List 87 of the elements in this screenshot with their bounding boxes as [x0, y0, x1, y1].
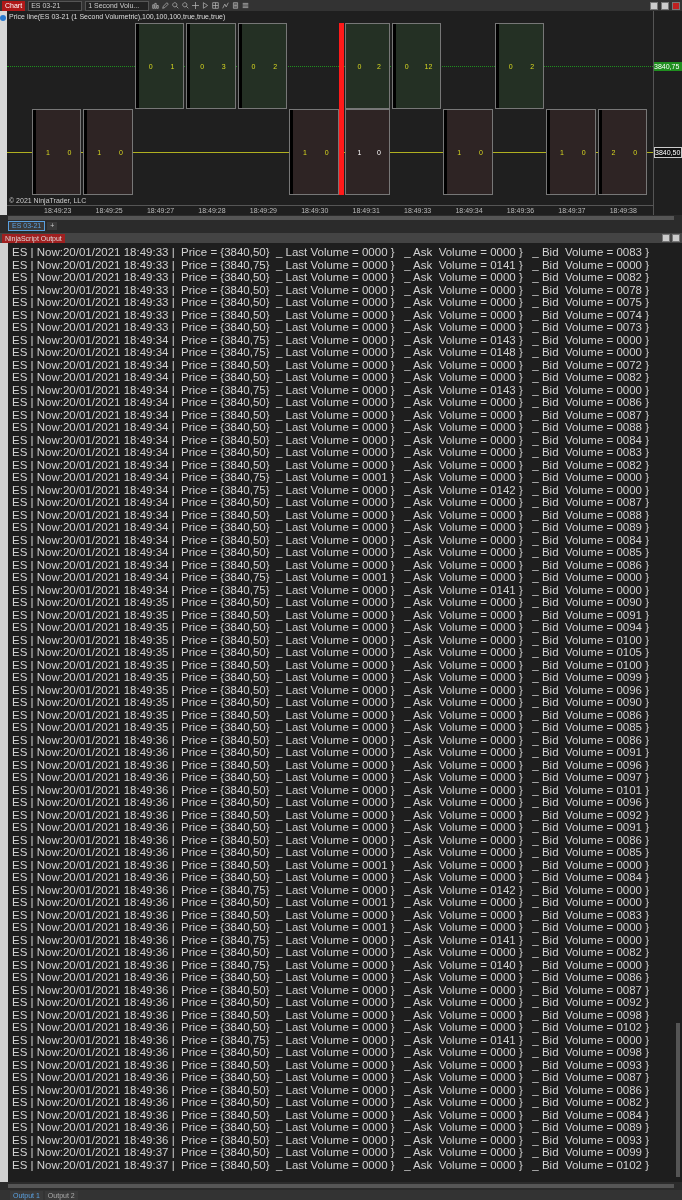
output-line: ES | Now:20/01/2021 18:49:35 | Price = {3840,50} _ Last Volume = 0000 } _ Ask Volume = 0000 } _ Bid Volume = 0105 }	[12, 646, 650, 659]
output-line: ES | Now:20/01/2021 18:49:35 | Price = {3840,50} _ Last Volume = 0000 } _ Ask Volume = 0000 } _ Bid Volume = 0099 }	[12, 671, 650, 684]
output-line: ES | Now:20/01/2021 18:49:36 | Price = {3840,50} _ Last Volume = 0000 } _ Ask Volume = 0000 } _ Bid Volume = 0102 }	[12, 1021, 650, 1034]
output-line: ES | Now:20/01/2021 18:49:36 | Price = {3840,50} _ Last Volume = 0000 } _ Ask Volume = 0000 } _ Bid Volume = 0086 }	[12, 1083, 650, 1096]
output-line: ES | Now:20/01/2021 18:49:36 | Price = {3840,50} _ Last Volume = 0000 } _ Ask Volume = 0000 } _ Bid Volume = 0101 }	[12, 783, 650, 796]
output-line: ES | Now:20/01/2021 18:49:34 | Price = {3840,50} _ Last Volume = 0000 } _ Ask Volume = 0000 } _ Bid Volume = 0088 }	[12, 508, 650, 521]
output-line: ES | Now:20/01/2021 18:49:34 | Price = {3840,75} _ Last Volume = 0001 } _ Ask Volume = 0000 } _ Bid Volume = 0000 }	[12, 471, 650, 484]
output-line: ES | Now:20/01/2021 18:49:34 | Price = {3840,50} _ Last Volume = 0000 } _ Ask Volume = 0000 } _ Bid Volume = 0084 }	[12, 533, 650, 546]
output-line: ES | Now:20/01/2021 18:49:37 | Price = {3840,50} _ Last Volume = 0000 } _ Ask Volume = 0000 } _ Bid Volume = 0102 }	[12, 1158, 650, 1171]
output-line: ES | Now:20/01/2021 18:49:33 | Price = {3840,50} _ Last Volume = 0000 } _ Ask Volume = 0000 } _ Bid Volume = 0073 }	[12, 321, 650, 334]
output-line: ES | Now:20/01/2021 18:49:36 | Price = {3840,50} _ Last Volume = 0000 } _ Ask Volume = 0000 } _ Bid Volume = 0091 }	[12, 821, 650, 834]
output-line: ES | Now:20/01/2021 18:49:36 | Price = {3840,50} _ Last Volume = 0000 } _ Ask Volume = 0000 } _ Bid Volume = 0086 }	[12, 733, 650, 746]
output-line: ES | Now:20/01/2021 18:49:36 | Price = {3840,50} _ Last Volume = 0000 } _ Ask Volume = 0000 } _ Bid Volume = 0098 }	[12, 1008, 650, 1021]
output-line: ES | Now:20/01/2021 18:49:36 | Price = {3840,50} _ Last Volume = 0000 } _ Ask Volume = 0000 } _ Bid Volume = 0096 }	[12, 758, 650, 771]
output-line: ES | Now:20/01/2021 18:49:36 | Price = {3840,50} _ Last Volume = 0000 } _ Ask Volume = 0000 } _ Bid Volume = 0087 }	[12, 1071, 650, 1084]
output-line: ES | Now:20/01/2021 18:49:36 | Price = {3840,50} _ Last Volume = 0000 } _ Ask Volume = 0000 } _ Bid Volume = 0083 }	[12, 908, 650, 921]
output-line: ES | Now:20/01/2021 18:49:36 | Price = {3840,50} _ Last Volume = 0000 } _ Ask Volume = 0000 } _ Bid Volume = 0084 }	[12, 1108, 650, 1121]
output-line: ES | Now:20/01/2021 18:49:34 | Price = {3840,75} _ Last Volume = 0001 } _ Ask Volume = 0000 } _ Bid Volume = 0000 }	[12, 571, 650, 584]
output-line: ES | Now:20/01/2021 18:49:36 | Price = {3840,50} _ Last Volume = 0000 } _ Ask Volume = 0000 } _ Bid Volume = 0091 }	[12, 746, 650, 759]
output-line: ES | Now:20/01/2021 18:49:36 | Price = {3840,75} _ Last Volume = 0000 } _ Ask Volume = 0140 } _ Bid Volume = 0000 }	[12, 958, 650, 971]
list-icon[interactable]	[242, 2, 250, 9]
output-line: ES | Now:20/01/2021 18:49:33 | Price = {3840,50} _ Last Volume = 0000 } _ Ask Volume = 0000 } _ Bid Volume = 0075 }	[12, 296, 650, 309]
output-line: ES | Now:20/01/2021 18:49:36 | Price = {3840,50} _ Last Volume = 0000 } _ Ask Volume = 0000 } _ Bid Volume = 0092 }	[12, 808, 650, 821]
output-line: ES | Now:20/01/2021 18:49:36 | Price = {3840,50} _ Last Volume = 0001 } _ Ask Volume = 0000 } _ Bid Volume = 0000 }	[12, 858, 650, 871]
info-icon[interactable]	[0, 15, 6, 21]
output-line: ES | Now:20/01/2021 18:49:36 | Price = {3840,50} _ Last Volume = 0000 } _ Ask Volume = 0000 } _ Bid Volume = 0086 }	[12, 971, 650, 984]
output-line: ES | Now:20/01/2021 18:49:36 | Price = {3840,50} _ Last Volume = 0000 } _ Ask Volume = 0000 } _ Bid Volume = 0098 }	[12, 1046, 650, 1059]
output-line: ES | Now:20/01/2021 18:49:36 | Price = {3840,50} _ Last Volume = 0000 } _ Ask Volume = 0000 } _ Bid Volume = 0087 }	[12, 983, 650, 996]
output-line: ES | Now:20/01/2021 18:49:34 | Price = {3840,50} _ Last Volume = 0000 } _ Ask Volume = 0000 } _ Bid Volume = 0086 }	[12, 396, 650, 409]
output-line: ES | Now:20/01/2021 18:49:35 | Price = {3840,50} _ Last Volume = 0000 } _ Ask Volume = 0000 } _ Bid Volume = 0091 }	[12, 608, 650, 621]
output-line: ES | Now:20/01/2021 18:49:34 | Price = {3840,75} _ Last Volume = 0000 } _ Ask Volume = 0143 } _ Bid Volume = 0000 }	[12, 333, 650, 346]
output-line: ES | Now:20/01/2021 18:49:36 | Price = {3840,50} _ Last Volume = 0000 } _ Ask Volume = 0000 } _ Bid Volume = 0096 }	[12, 796, 650, 809]
output-line: ES | Now:20/01/2021 18:49:34 | Price = {3840,50} _ Last Volume = 0000 } _ Ask Volume = 0000 } _ Bid Volume = 0082 }	[12, 371, 650, 384]
output-line: ES | Now:20/01/2021 18:49:36 | Price = {3840,50} _ Last Volume = 0000 } _ Ask Volume = 0000 } _ Bid Volume = 0093 }	[12, 1133, 650, 1146]
output-line: ES | Now:20/01/2021 18:49:36 | Price = {3840,50} _ Last Volume = 0001 } _ Ask Volume = 0000 } _ Bid Volume = 0000 }	[12, 896, 650, 909]
output-line: ES | Now:20/01/2021 18:49:34 | Price = {3840,50} _ Last Volume = 0000 } _ Ask Volume = 0000 } _ Bid Volume = 0087 }	[12, 408, 650, 421]
output-line: ES | Now:20/01/2021 18:49:35 | Price = {3840,50} _ Last Volume = 0000 } _ Ask Volume = 0000 } _ Bid Volume = 0100 }	[12, 633, 650, 646]
output-line: ES | Now:20/01/2021 18:49:36 | Price = {3840,50} _ Last Volume = 0000 } _ Ask Volume = 0000 } _ Bid Volume = 0097 }	[12, 771, 650, 784]
vertical-scrollbar[interactable]	[676, 1023, 680, 1177]
output-line: ES | Now:20/01/2021 18:49:34 | Price = {3840,50} _ Last Volume = 0000 } _ Ask Volume = 0000 } _ Bid Volume = 0082 }	[12, 458, 650, 471]
horizontal-scrollbar[interactable]	[8, 216, 674, 220]
output-line: ES | Now:20/01/2021 18:49:34 | Price = {3840,75} _ Last Volume = 0000 } _ Ask Volume = 0142 } _ Bid Volume = 0000 }	[12, 483, 650, 496]
output-line: ES | Now:20/01/2021 18:49:35 | Price = {3840,50} _ Last Volume = 0000 } _ Ask Volume = 0000 } _ Bid Volume = 0096 }	[12, 683, 650, 696]
output-line: ES | Now:20/01/2021 18:49:34 | Price = {3840,50} _ Last Volume = 0000 } _ Ask Volume = 0000 } _ Bid Volume = 0086 }	[12, 558, 650, 571]
output-line: ES | Now:20/01/2021 18:49:36 | Price = {3840,50} _ Last Volume = 0000 } _ Ask Volume = 0000 } _ Bid Volume = 0093 }	[12, 1058, 650, 1071]
output-line: ES | Now:20/01/2021 18:49:33 | Price = {3840,50} _ Last Volume = 0000 } _ Ask Volume = 0000 } _ Bid Volume = 0082 }	[12, 271, 650, 284]
output-line: ES | Now:20/01/2021 18:49:36 | Price = {3840,75} _ Last Volume = 0000 } _ Ask Volume = 0142 } _ Bid Volume = 0000 }	[12, 883, 650, 896]
zoom-in-icon[interactable]	[172, 2, 180, 9]
output-line: ES | Now:20/01/2021 18:49:35 | Price = {3840,50} _ Last Volume = 0000 } _ Ask Volume = 0000 } _ Bid Volume = 0085 }	[12, 721, 650, 734]
play-icon[interactable]	[202, 2, 210, 9]
horizontal-scrollbar[interactable]	[8, 1184, 674, 1188]
output-line: ES | Now:20/01/2021 18:49:36 | Price = {3840,50} _ Last Volume = 0000 } _ Ask Volume = 0000 } _ Bid Volume = 0082 }	[12, 946, 650, 959]
output-line: ES | Now:20/01/2021 18:49:35 | Price = {3840,50} _ Last Volume = 0000 } _ Ask Volume = 0000 } _ Bid Volume = 0090 }	[12, 596, 650, 609]
output-line: ES | Now:20/01/2021 18:49:33 | Price = {3840,50} _ Last Volume = 0000 } _ Ask Volume = 0000 } _ Bid Volume = 0074 }	[12, 308, 650, 321]
crosshair-icon[interactable]	[192, 2, 200, 9]
output-line: ES | Now:20/01/2021 18:49:36 | Price = {3840,50} _ Last Volume = 0000 } _ Ask Volume = 0000 } _ Bid Volume = 0089 }	[12, 1121, 650, 1134]
output-line: ES | Now:20/01/2021 18:49:34 | Price = {3840,50} _ Last Volume = 0000 } _ Ask Volume = 0000 } _ Bid Volume = 0088 }	[12, 421, 650, 434]
output-line: ES | Now:20/01/2021 18:49:35 | Price = {3840,50} _ Last Volume = 0000 } _ Ask Volume = 0000 } _ Bid Volume = 0100 }	[12, 658, 650, 671]
output-line: ES | Now:20/01/2021 18:49:34 | Price = {3840,50} _ Last Volume = 0000 } _ Ask Volume = 0000 } _ Bid Volume = 0084 }	[12, 433, 650, 446]
output-line: ES | Now:20/01/2021 18:49:36 | Price = {3840,50} _ Last Volume = 0000 } _ Ask Volume = 0000 } _ Bid Volume = 0082 }	[12, 1096, 650, 1109]
output-line: ES | Now:20/01/2021 18:49:34 | Price = {3840,75} _ Last Volume = 0000 } _ Ask Volume = 0143 } _ Bid Volume = 0000 }	[12, 383, 650, 396]
output-line: ES | Now:20/01/2021 18:49:34 | Price = {3840,75} _ Last Volume = 0000 } _ Ask Volume = 0141 } _ Bid Volume = 0000 }	[12, 583, 650, 596]
pencil-icon[interactable]	[162, 2, 170, 9]
output-line: ES | Now:20/01/2021 18:49:36 | Price = {3840,50} _ Last Volume = 0000 } _ Ask Volume = 0000 } _ Bid Volume = 0086 }	[12, 833, 650, 846]
output-line: ES | Now:20/01/2021 18:49:34 | Price = {3840,50} _ Last Volume = 0000 } _ Ask Volume = 0000 } _ Bid Volume = 0083 }	[12, 446, 650, 459]
output-line: ES | Now:20/01/2021 18:49:35 | Price = {3840,50} _ Last Volume = 0000 } _ Ask Volume = 0000 } _ Bid Volume = 0094 }	[12, 621, 650, 634]
output-line: ES | Now:20/01/2021 18:49:34 | Price = {3840,50} _ Last Volume = 0000 } _ Ask Volume = 0000 } _ Bid Volume = 0085 }	[12, 546, 650, 559]
output-line: ES | Now:20/01/2021 18:49:36 | Price = {3840,50} _ Last Volume = 0000 } _ Ask Volume = 0000 } _ Bid Volume = 0084 }	[12, 871, 650, 884]
output-line: ES | Now:20/01/2021 18:49:35 | Price = {3840,50} _ Last Volume = 0000 } _ Ask Volume = 0000 } _ Bid Volume = 0090 }	[12, 696, 650, 709]
restore-button[interactable]	[650, 1, 658, 10]
output-line: ES | Now:20/01/2021 18:49:36 | Price = {3840,75} _ Last Volume = 0000 } _ Ask Volume = 0141 } _ Bid Volume = 0000 }	[12, 933, 650, 946]
output-line: ES | Now:20/01/2021 18:49:36 | Price = {3840,50} _ Last Volume = 0001 } _ Ask Volume = 0000 } _ Bid Volume = 0000 }	[12, 921, 650, 934]
output-line: ES | Now:20/01/2021 18:49:37 | Price = {3840,50} _ Last Volume = 0000 } _ Ask Volume = 0000 } _ Bid Volume = 0099 }	[12, 1146, 650, 1159]
maximize-button[interactable]	[661, 1, 669, 10]
output-line: ES | Now:20/01/2021 18:49:33 | Price = {3840,75} _ Last Volume = 0000 } _ Ask Volume = 0141 } _ Bid Volume = 0000 }	[12, 258, 650, 271]
output-line: ES | Now:20/01/2021 18:49:35 | Price = {3840,50} _ Last Volume = 0000 } _ Ask Volume = 0000 } _ Bid Volume = 0086 }	[12, 708, 650, 721]
output-line: ES | Now:20/01/2021 18:49:33 | Price = {3840,50} _ Last Volume = 0000 } _ Ask Volume = 0000 } _ Bid Volume = 0078 }	[12, 283, 650, 296]
output-line: ES | Now:20/01/2021 18:49:34 | Price = {3840,75} _ Last Volume = 0000 } _ Ask Volume = 0148 } _ Bid Volume = 0000 }	[12, 346, 650, 359]
output-line: ES | Now:20/01/2021 18:49:36 | Price = {3840,75} _ Last Volume = 0000 } _ Ask Volume = 0141 } _ Bid Volume = 0000 }	[12, 1033, 650, 1046]
grid-icon[interactable]	[212, 2, 220, 9]
output-line: ES | Now:20/01/2021 18:49:36 | Price = {3840,50} _ Last Volume = 0000 } _ Ask Volume = 0000 } _ Bid Volume = 0092 }	[12, 996, 650, 1009]
output-line: ES | Now:20/01/2021 18:49:33 | Price = {3840,50} _ Last Volume = 0000 } _ Ask Volume = 0000 } _ Bid Volume = 0083 }	[12, 246, 650, 259]
output-line: ES | Now:20/01/2021 18:49:34 | Price = {3840,50} _ Last Volume = 0000 } _ Ask Volume = 0000 } _ Bid Volume = 0087 }	[12, 496, 650, 509]
output-line: ES | Now:20/01/2021 18:49:34 | Price = {3840,50} _ Last Volume = 0000 } _ Ask Volume = 0000 } _ Bid Volume = 0072 }	[12, 358, 650, 371]
output-line: ES | Now:20/01/2021 18:49:36 | Price = {3840,50} _ Last Volume = 0000 } _ Ask Volume = 0000 } _ Bid Volume = 0085 }	[12, 846, 650, 859]
output-line: ES | Now:20/01/2021 18:49:34 | Price = {3840,50} _ Last Volume = 0000 } _ Ask Volume = 0000 } _ Bid Volume = 0089 }	[12, 521, 650, 534]
page-icon[interactable]	[232, 2, 240, 9]
